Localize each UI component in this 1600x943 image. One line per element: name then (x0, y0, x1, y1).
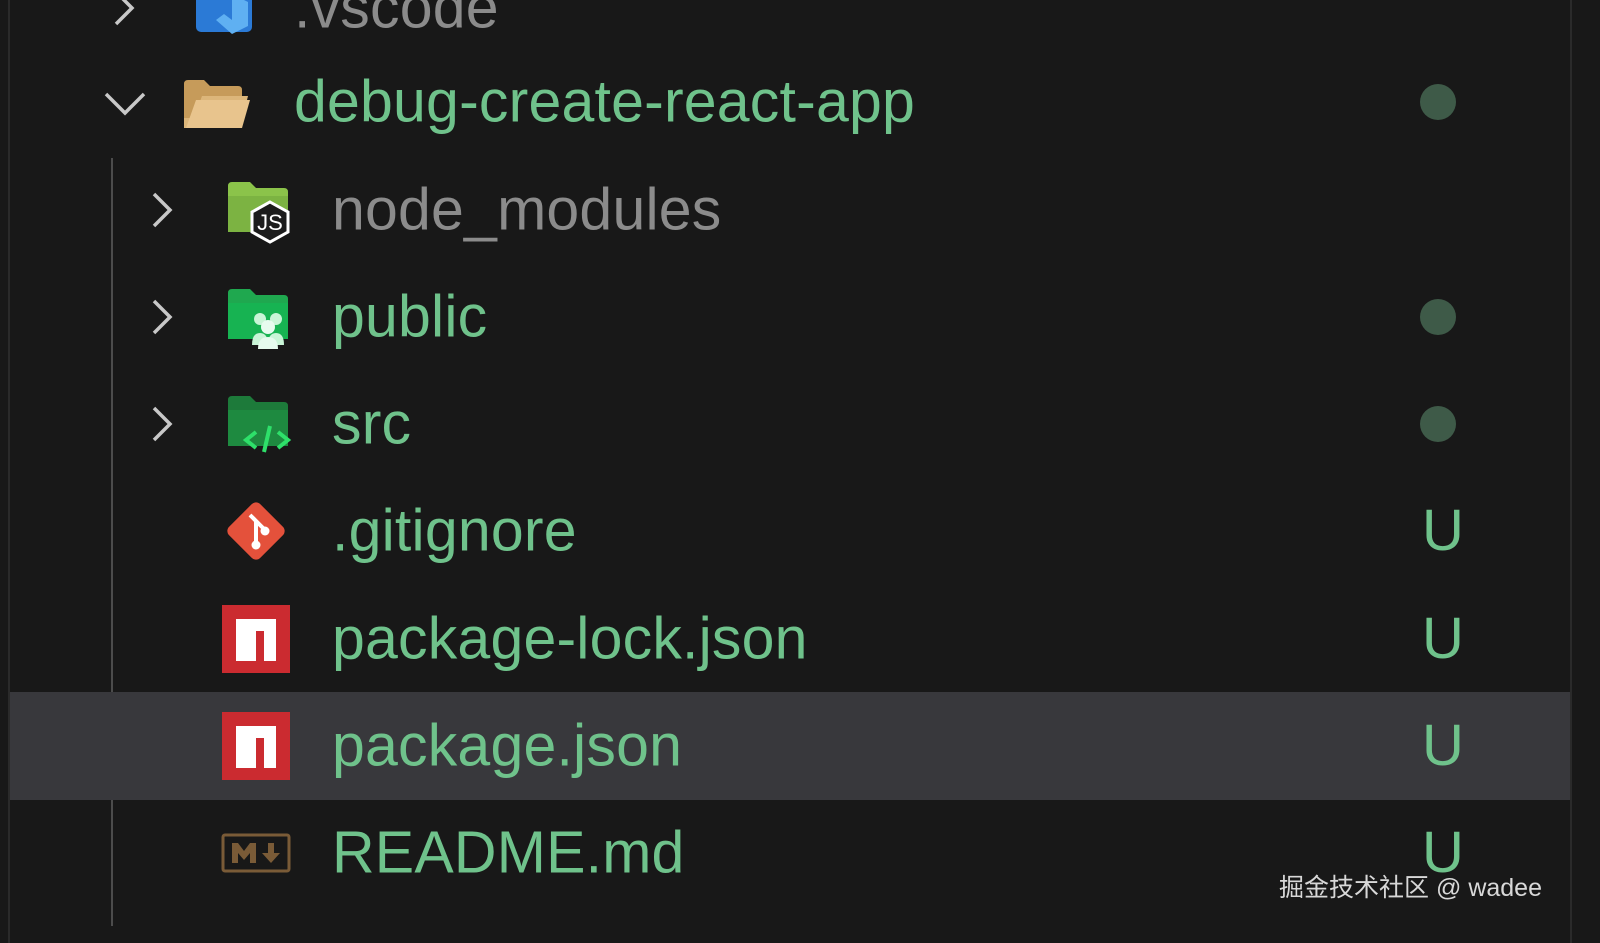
tree-item-label: .vscode (294, 0, 499, 41)
tree-item-label: src (332, 390, 412, 457)
chevron-right-icon[interactable] (146, 403, 176, 445)
git-decoration-dot (1420, 299, 1456, 335)
tree-item-label: debug-create-react-app (294, 68, 915, 135)
chevron-right-icon[interactable] (146, 296, 176, 338)
tree-item-node-modules[interactable]: JS node_modules (10, 156, 1570, 264)
vscode-folder-icon (188, 0, 260, 44)
git-icon (220, 495, 292, 567)
npm-icon (220, 603, 292, 675)
folder-open-icon (180, 66, 252, 138)
public-folder-icon (226, 281, 298, 353)
tree-item-label: public (332, 283, 488, 350)
chevron-right-icon[interactable] (146, 189, 176, 231)
markdown-icon (220, 817, 292, 889)
tree-item-debug-create-react-app[interactable]: debug-create-react-app (10, 48, 1570, 156)
tree-item-gitignore[interactable]: .gitignore U (10, 477, 1570, 585)
tree-item-package-json[interactable]: package.json U (10, 692, 1570, 800)
svg-text:JS: JS (257, 210, 283, 235)
tree-item-label: node_modules (332, 176, 722, 243)
tree-item-label: .gitignore (332, 497, 577, 564)
file-explorer: .vscode debug-create-react-app JS node_m… (0, 0, 1600, 943)
watermark: 掘金技术社区 @ wadee (1279, 874, 1542, 902)
tree-item-public[interactable]: public (10, 263, 1570, 371)
git-status-badge: U (1422, 713, 1464, 778)
git-status-badge: U (1422, 498, 1464, 563)
npm-icon (220, 710, 292, 782)
panel-border-right (1570, 0, 1572, 943)
src-folder-icon (226, 388, 298, 460)
tree-item-package-lock-json[interactable]: package-lock.json U (10, 585, 1570, 693)
tree-item-label: README.md (332, 819, 685, 886)
chevron-right-icon[interactable] (108, 0, 138, 29)
tree-item-label: package-lock.json (332, 605, 808, 672)
tree-item-label: package.json (332, 712, 683, 779)
node-folder-icon: JS (226, 174, 298, 246)
git-decoration-dot (1420, 406, 1456, 442)
git-status-badge: U (1422, 606, 1464, 671)
git-decoration-dot (1420, 84, 1456, 120)
tree-item-src[interactable]: src (10, 370, 1570, 478)
chevron-down-icon[interactable] (102, 81, 148, 123)
